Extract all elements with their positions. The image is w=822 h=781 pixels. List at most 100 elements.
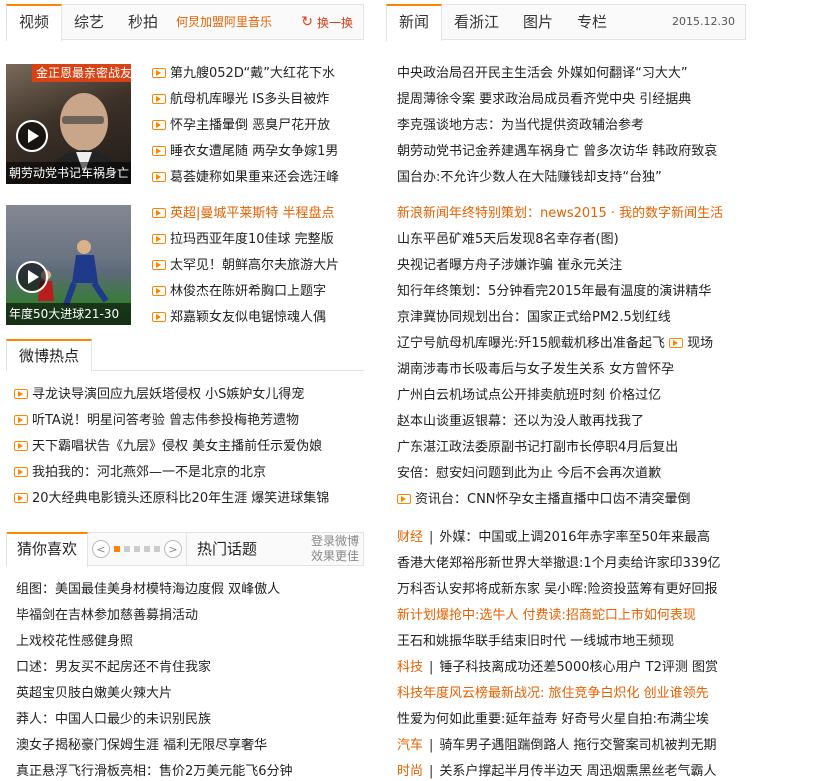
news-item[interactable]: 资讯台：CNN怀孕女主播直播中口齿不清突暈倒	[397, 487, 757, 513]
list-item[interactable]: 怀孕主播暈倒 恶臭尸花开放	[152, 113, 364, 139]
tab-miaopai[interactable]: 秒拍	[116, 5, 170, 39]
guess-list: 组图：美国最佳美身材模特海边度假 双峰傲人 毕福剑在吉林参加慈善募捐活动 上戏校…	[16, 577, 364, 781]
video-icon	[397, 493, 411, 504]
list-item[interactable]: 我拍我的：河北燕郊—一不是北京的北京	[14, 460, 364, 486]
news-item[interactable]: 汽车 | 骑车男子遇阻踹倒路人 拖行交警案司机被判无期	[397, 733, 757, 759]
news-item[interactable]: 知行年终策划：5分钟看完2015年最有温度的演讲精华	[397, 279, 757, 305]
list-item[interactable]: 莽人：中国人口最少的未识别民族	[16, 707, 364, 733]
list-item[interactable]: 毕福剑在吉林参加慈善募捐活动	[16, 603, 364, 629]
news-item[interactable]: 赵本山谈重返银幕：还以为没人敢再找我了	[397, 409, 757, 435]
news-item[interactable]: 提周薄徐令案 要求政治局成员看齐党中央 引经据典	[397, 87, 757, 113]
list-item[interactable]: 澳女子揭秘豪门保姆生涯 福利无限尽享奢华	[16, 733, 364, 759]
video-icon	[152, 259, 166, 270]
video-icon	[152, 171, 166, 182]
video-list-2: 英超|曼城平莱斯特 半程盘点 拉玛西亚年度10佳球 完整版 太罕见！朝鲜高尔夫旅…	[152, 201, 364, 331]
news-item[interactable]: 安倍：慰安妇问题到此为止 今后不会再次道歉	[397, 461, 757, 487]
video-icon	[152, 311, 166, 322]
news-item[interactable]: 香港大佬郑裕彤新世界大举撤退:1个月卖给许家印339亿	[397, 551, 757, 577]
tab-hot-topics[interactable]: 热门话题	[186, 533, 267, 565]
list-item[interactable]: 林俊杰在陈妍希胸口上题字	[152, 279, 364, 305]
list-item[interactable]: 睡衣女遭尾随 两孕女争嫁1男	[152, 139, 364, 165]
tab-columns[interactable]: 专栏	[565, 5, 619, 39]
tab-news[interactable]: 新闻	[386, 4, 443, 41]
category-auto[interactable]: 汽车	[397, 738, 423, 753]
news-item[interactable]: 新计划爆抢中:选牛人 付费读:招商蛇口上市如何表现	[397, 603, 757, 629]
list-item[interactable]: 航母机库曝光 IS多头目被炸	[152, 87, 364, 113]
weibo-title[interactable]: 微博热点	[6, 339, 93, 372]
list-item[interactable]: 听TA说！明星问答考验 曾志伟参投梅艳芳遗物	[14, 408, 364, 434]
list-item[interactable]: 太罕见！朝鲜高尔夫旅游大片	[152, 253, 364, 279]
news-item[interactable]: 科技 | 锤子科技离成功还差5000核心用户 T2评测 图赏	[397, 655, 757, 681]
carousel-dot[interactable]	[114, 546, 121, 552]
news-item[interactable]: 科技年度风云榜最新战况: 旅住竞争白炽化 创业谁领先	[397, 681, 757, 707]
carousel-nav: < >	[88, 533, 186, 565]
news-item[interactable]: 广东湛江政法委原副书记打副市长停职4月后复出	[397, 435, 757, 461]
video-icon	[152, 233, 166, 244]
thumb-1-caption: 朝劳动党书记车祸身亡	[6, 162, 131, 184]
carousel-dot[interactable]	[144, 546, 151, 552]
refresh-button[interactable]: ↻ 换一换	[291, 5, 363, 39]
tab-video[interactable]: 视频	[6, 4, 63, 41]
tab-guess[interactable]: 猜你喜欢	[7, 532, 89, 567]
category-finance[interactable]: 财经	[397, 530, 423, 545]
list-item[interactable]: 口述：男友买不起房还不肯住我家	[16, 655, 364, 681]
tab-variety[interactable]: 综艺	[62, 5, 116, 39]
list-item[interactable]: 寻龙诀导演回应九层妖塔侵权 小S嫉妒女儿得宠	[14, 382, 364, 408]
video-icon	[14, 466, 28, 477]
carousel-dot[interactable]	[124, 546, 131, 552]
list-item[interactable]: 天下霸唱状告《九层》侵权 美女主播前任示爱伪娘	[14, 434, 364, 460]
weibo-header: 微博热点	[6, 339, 364, 372]
list-item[interactable]: 拉玛西亚年度10佳球 完整版	[152, 227, 364, 253]
list-item[interactable]: 英超|曼城平莱斯特 半程盘点	[152, 201, 364, 227]
category-fashion[interactable]: 时尚	[397, 764, 423, 779]
news-item[interactable]: 广州白云机场试点公开排卖航班时刻 价格过亿	[397, 383, 757, 409]
video-list-1: 第九艘052D“戴”大红花下水 航母机库曝光 IS多头目被炸 怀孕主播暈倒 恶臭…	[152, 61, 364, 191]
video-icon	[14, 492, 28, 503]
video-thumb-2[interactable]: 年度50大进球21-30	[6, 205, 131, 325]
news-item[interactable]: 新浪新闻年终特别策划：news2015 · 我的数字新闻生活	[397, 201, 757, 227]
list-item[interactable]: 组图：美国最佳美身材模特海边度假 双峰傲人	[16, 577, 364, 603]
right-tabbar: 新闻 看浙江 图片 专栏 2015.12.30	[386, 4, 746, 41]
list-item[interactable]: 第九艘052D“戴”大红花下水	[152, 61, 364, 87]
list-item[interactable]: 英超宝贝肢白嫩美火辣大片	[16, 681, 364, 707]
list-item[interactable]: 葛荟婕称如果重来还会选汪峰	[152, 165, 364, 191]
carousel-dot[interactable]	[134, 546, 141, 552]
tab-zhejiang[interactable]: 看浙江	[442, 5, 511, 39]
news-item[interactable]: 京津冀协同规划出台：国家正式给PM2.5划红线	[397, 305, 757, 331]
news-list-3: 财经 | 外媒：中国或上调2016年赤字率至50年来最高 香港大佬郑裕彤新世界大举撤…	[397, 525, 757, 781]
list-item[interactable]: 上戏校花性感健身照	[16, 629, 364, 655]
news-item[interactable]: 李克强谈地方志：为当代提供资政辅治参考	[397, 113, 757, 139]
category-tech[interactable]: 科技	[397, 660, 423, 675]
news-item[interactable]: 国台办:不允许少数人在大陆赚钱却支持“台独”	[397, 165, 757, 191]
video-thumb-1[interactable]: 金正恩最亲密战友 朝劳动党书记车祸身亡	[6, 64, 131, 184]
play-icon[interactable]	[16, 261, 48, 293]
tab-pictures[interactable]: 图片	[511, 5, 565, 39]
news-item[interactable]: 中央政治局召开民主生活会 外媒如何翻译“习大大”	[397, 61, 757, 87]
video-icon	[669, 337, 684, 348]
chevron-right-icon[interactable]: >	[164, 540, 183, 558]
news-item[interactable]: 山东平邑矿难5天后发现8名幸存者(图)	[397, 227, 757, 253]
news-item[interactable]: 时尚 | 关系户撑起半月传半边天 周迅烟熏黑丝老气霸人	[397, 759, 757, 781]
play-icon[interactable]	[16, 120, 48, 152]
news-item[interactable]: 万科否认安邦将成新东家 吴小晖:险资投蓝筹有更好回报	[397, 577, 757, 603]
video-icon	[152, 207, 166, 218]
chevron-left-icon[interactable]: <	[92, 540, 111, 558]
promo-link[interactable]: 何炅加盟阿里音乐	[170, 5, 278, 39]
list-item[interactable]: 郑嘉颖女友似电锯惊魂人偶	[152, 305, 364, 331]
news-item[interactable]: 辽宁号航母机库曝光:歼15舰载机移出准备起飞 现场	[397, 331, 757, 357]
carousel-dot[interactable]	[154, 546, 161, 552]
list-item[interactable]: 20大经典电影镜头还原科比20年生涯 爆笑进球集锦	[14, 486, 364, 512]
news-item[interactable]: 央视记者曝方舟子涉嫌诈骗 崔永元关注	[397, 253, 757, 279]
news-item[interactable]: 财经 | 外媒：中国或上调2016年赤字率至50年来最高	[397, 525, 757, 551]
news-item[interactable]: 性爱为何如此重要:延年益寿 好奇号火星自拍:布满尘埃	[397, 707, 757, 733]
news-item[interactable]: 朝劳动党书记金养建遇车祸身亡 曾多次访华 韩政府致哀	[397, 139, 757, 165]
video-icon	[152, 145, 166, 156]
refresh-icon: ↻	[301, 14, 313, 30]
list-item[interactable]: 真正悬浮飞行滑板亮相：售价2万美元能飞6分钟	[16, 759, 364, 781]
news-list-2: 新浪新闻年终特别策划：news2015 · 我的数字新闻生活 山东平邑矿难5天后…	[397, 201, 757, 513]
login-hint[interactable]: 登录微博 效果更佳	[311, 533, 363, 565]
news-item[interactable]: 王石和姚振华联手结束旧时代 一线城市地王频现	[397, 629, 757, 655]
news-item[interactable]: 湖南涉毒市长吸毒后与女子发生关系 女方曾怀孕	[397, 357, 757, 383]
left-tabbar: 视频 综艺 秒拍 何炅加盟阿里音乐 ↻ 换一换	[6, 4, 364, 41]
video-icon	[14, 440, 28, 451]
